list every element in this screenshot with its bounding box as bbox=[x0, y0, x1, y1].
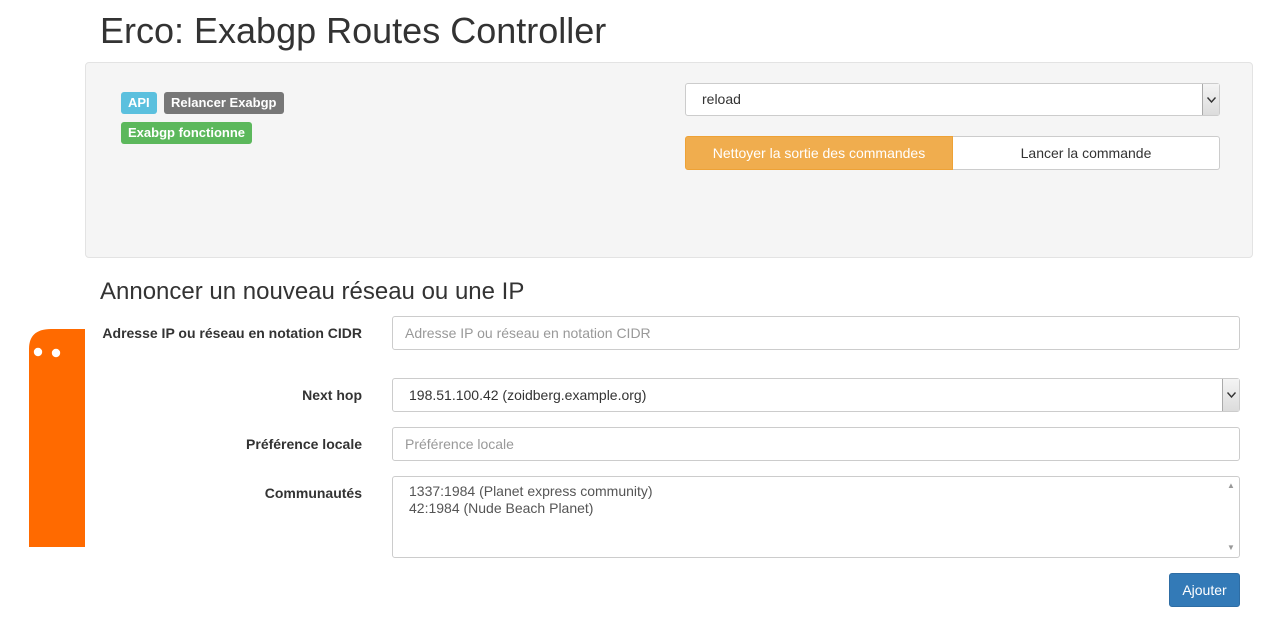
communities-select[interactable]: 1337:1984 (Planet express community) 42:… bbox=[392, 476, 1240, 558]
ip-field-label: Adresse IP ou réseau en notation CIDR bbox=[102, 325, 362, 341]
chevron-down-icon bbox=[1202, 84, 1219, 115]
nexthop-label: Next hop bbox=[302, 387, 362, 403]
mascot-icon bbox=[29, 329, 85, 547]
clear-output-button[interactable]: Nettoyer la sortie des commandes bbox=[685, 136, 953, 170]
command-select[interactable]: reload bbox=[685, 83, 1220, 116]
scrollbar[interactable]: ▲ ▼ bbox=[1224, 478, 1238, 556]
scroll-up-icon[interactable]: ▲ bbox=[1227, 482, 1235, 490]
add-button[interactable]: Ajouter bbox=[1169, 573, 1240, 607]
community-option[interactable]: 42:1984 (Nude Beach Planet) bbox=[409, 500, 1223, 517]
control-panel: API Relancer Exabgp Exabgp fonctionne re… bbox=[85, 62, 1253, 258]
exabgp-status-badge: Exabgp fonctionne bbox=[121, 122, 252, 144]
chevron-down-icon bbox=[1222, 379, 1239, 411]
page: Erco: Exabgp Routes Controller API Relan… bbox=[0, 0, 1282, 622]
localpref-field[interactable] bbox=[392, 427, 1240, 461]
command-button-group: Nettoyer la sortie des commandes Lancer … bbox=[685, 136, 1220, 170]
page-title: Erco: Exabgp Routes Controller bbox=[100, 10, 607, 51]
scroll-down-icon[interactable]: ▼ bbox=[1227, 544, 1235, 552]
announce-heading: Annoncer un nouveau réseau ou une IP bbox=[100, 278, 525, 305]
communities-label: Communautés bbox=[264, 485, 362, 501]
reload-exabgp-button[interactable]: Relancer Exabgp bbox=[164, 92, 284, 114]
ip-field[interactable] bbox=[392, 316, 1240, 350]
command-select-value: reload bbox=[702, 91, 741, 107]
api-badge: API bbox=[121, 92, 157, 114]
run-command-button[interactable]: Lancer la commande bbox=[953, 136, 1220, 170]
community-option[interactable]: 1337:1984 (Planet express community) bbox=[409, 483, 1223, 500]
nexthop-select-value: 198.51.100.42 (zoidberg.example.org) bbox=[409, 387, 647, 403]
localpref-label: Préférence locale bbox=[246, 436, 362, 452]
nexthop-select[interactable]: 198.51.100.42 (zoidberg.example.org) bbox=[392, 378, 1240, 412]
